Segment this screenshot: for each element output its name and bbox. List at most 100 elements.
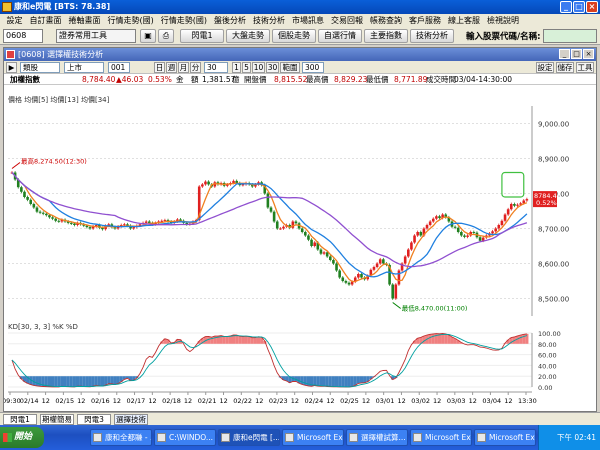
- menu-item[interactable]: 行情走勢(國): [104, 15, 157, 26]
- chart-minimize-button[interactable]: _: [559, 49, 570, 59]
- save-button[interactable]: 儲存: [556, 62, 574, 73]
- bottom-tab[interactable]: 選擇技術: [114, 414, 148, 425]
- candle-body: [85, 225, 89, 228]
- range-button[interactable]: 5: [242, 62, 251, 73]
- menu-item[interactable]: 客戶服務: [406, 15, 445, 26]
- market-select[interactable]: 上市: [64, 62, 104, 73]
- menu-item[interactable]: 市場訊息: [289, 15, 328, 26]
- candle-body: [272, 211, 276, 222]
- kd-tick-label: 80.00: [538, 341, 557, 349]
- menu-item[interactable]: 捲軸畫面: [65, 15, 104, 26]
- chart-close-button[interactable]: ×: [583, 49, 594, 59]
- period-month-button[interactable]: 月: [178, 62, 189, 73]
- code-select[interactable]: 001: [108, 62, 130, 73]
- time-tick-label: 02/24: [304, 397, 323, 405]
- kd-tick-label: 60.00: [538, 352, 557, 360]
- bottom-tab[interactable]: 閃電1: [3, 414, 37, 425]
- taskbar-task[interactable]: Microsoft Exc...: [410, 429, 472, 446]
- menu-item[interactable]: 設定: [3, 15, 26, 26]
- tools-button[interactable]: 工具: [576, 62, 594, 73]
- app-icon: [221, 433, 230, 442]
- price-chart[interactable]: 9,000.008,900.008,800.008,700.008,600.00…: [4, 104, 596, 320]
- kd-oversold-fill: [88, 376, 92, 387]
- close-button[interactable]: ×: [586, 1, 598, 13]
- range-button[interactable]: 30: [266, 62, 279, 73]
- tools-dropdown[interactable]: 證券常用工具: [56, 29, 136, 43]
- candle-body: [456, 227, 460, 232]
- taskbar-task[interactable]: 選擇權試算...: [346, 429, 408, 446]
- menu-item[interactable]: 技術分析: [250, 15, 289, 26]
- kd-oversold-fill: [91, 376, 95, 387]
- candle-body: [453, 226, 457, 228]
- range-button[interactable]: 1: [232, 62, 241, 73]
- period-week-button[interactable]: 週: [166, 62, 177, 73]
- menu-item[interactable]: 帳務查詢: [367, 15, 406, 26]
- minimize-button[interactable]: _: [560, 1, 572, 13]
- toolbar-button[interactable]: 技術分析: [410, 29, 454, 43]
- kd-oversold-fill: [63, 376, 67, 387]
- period-minute-button[interactable]: 分: [190, 62, 201, 73]
- menu-item[interactable]: 盤後分析: [211, 15, 250, 26]
- menu-item[interactable]: 自訂畫面: [26, 15, 65, 26]
- candle-body: [38, 211, 42, 213]
- candle-body: [123, 224, 126, 226]
- taskbar-task[interactable]: 康和e閃電 [...: [218, 429, 280, 446]
- kd-oversold-fill: [363, 376, 367, 383]
- chart-controls: ▶ 類股 上市 001 日 週 月 分 30 1 5 10 30 範圍 300 …: [4, 61, 596, 74]
- kd-oversold-fill: [313, 376, 317, 386]
- high-label: 最高價: [306, 75, 329, 84]
- toolbar-button[interactable]: 自選行情: [318, 29, 362, 43]
- candle-body: [416, 232, 419, 236]
- y-tick-label: 8,600.00: [538, 261, 569, 269]
- start-button[interactable]: 開始: [0, 427, 44, 448]
- menu-item[interactable]: 交易回報: [328, 15, 367, 26]
- chart-window-titlebar: [0608] 選擇權技術分析 _ □ ×: [4, 48, 596, 61]
- candle-body: [419, 232, 423, 236]
- bottom-tab[interactable]: 閃電3: [77, 414, 111, 425]
- candle-body: [313, 242, 316, 246]
- taskbar-task[interactable]: Microsoft Exc...: [474, 429, 536, 446]
- candle-body: [201, 184, 204, 187]
- time-tick-label: 12: [291, 397, 299, 405]
- candle-body: [20, 187, 23, 192]
- kd-oversold-fill: [347, 376, 351, 387]
- range-button[interactable]: 10: [252, 62, 265, 73]
- candle-body: [466, 235, 469, 237]
- maximize-button[interactable]: □: [573, 1, 585, 13]
- stock-search-input[interactable]: [543, 29, 597, 43]
- time-tick-label: 02/17: [127, 397, 146, 405]
- candle-body: [500, 220, 504, 225]
- kd-overbought-fill: [228, 335, 232, 344]
- time-tick-label: 12: [326, 397, 334, 405]
- page-code-input[interactable]: 0608: [3, 29, 43, 43]
- bottom-tab[interactable]: 期權簡易: [40, 414, 74, 425]
- period-day-button[interactable]: 日: [154, 62, 165, 73]
- taskbar-task[interactable]: C:\WINDO...: [154, 429, 216, 446]
- menu-item[interactable]: 行情走勢(國): [157, 15, 210, 26]
- kd-overbought-fill: [256, 336, 261, 344]
- toolbar-button[interactable]: 主要指數: [364, 29, 408, 43]
- count-input[interactable]: 300: [302, 62, 324, 73]
- task-label: Microsoft Exc...: [489, 433, 535, 442]
- taskbar-task[interactable]: 康和全都賺 - ...: [90, 429, 152, 446]
- tool-icon[interactable]: ▣: [140, 29, 156, 43]
- menu-item[interactable]: 線上客服: [445, 15, 484, 26]
- toolbar-button[interactable]: 閃電1: [180, 29, 224, 43]
- kd-oversold-fill: [57, 376, 61, 387]
- play-icon[interactable]: ▶: [6, 62, 17, 73]
- taskbar-task[interactable]: Microsoft Exc...: [282, 429, 344, 446]
- candle-body: [163, 220, 167, 222]
- toolbar-button[interactable]: 個股走勢: [272, 29, 316, 43]
- category-select[interactable]: 類股: [20, 62, 60, 73]
- kd-oversold-fill: [75, 376, 80, 387]
- toolbar-button[interactable]: 大盤走勢: [226, 29, 270, 43]
- chart-maximize-button[interactable]: □: [571, 49, 582, 59]
- settings-button[interactable]: 設定: [536, 62, 554, 73]
- print-icon[interactable]: ⎙: [158, 29, 174, 43]
- main-toolbar: 0608 證券常用工具 ▣ ⎙ 閃電1 大盤走勢 個股走勢 自選行情 主要指數 …: [0, 27, 600, 45]
- menu-item[interactable]: 檢視說明: [484, 15, 523, 26]
- candle-body: [35, 207, 39, 212]
- interval-select[interactable]: 30: [204, 62, 228, 73]
- kd-chart[interactable]: 100.00 80.00 60.00 40.00 20.00 0.00: [4, 330, 596, 390]
- candle-body: [513, 204, 516, 206]
